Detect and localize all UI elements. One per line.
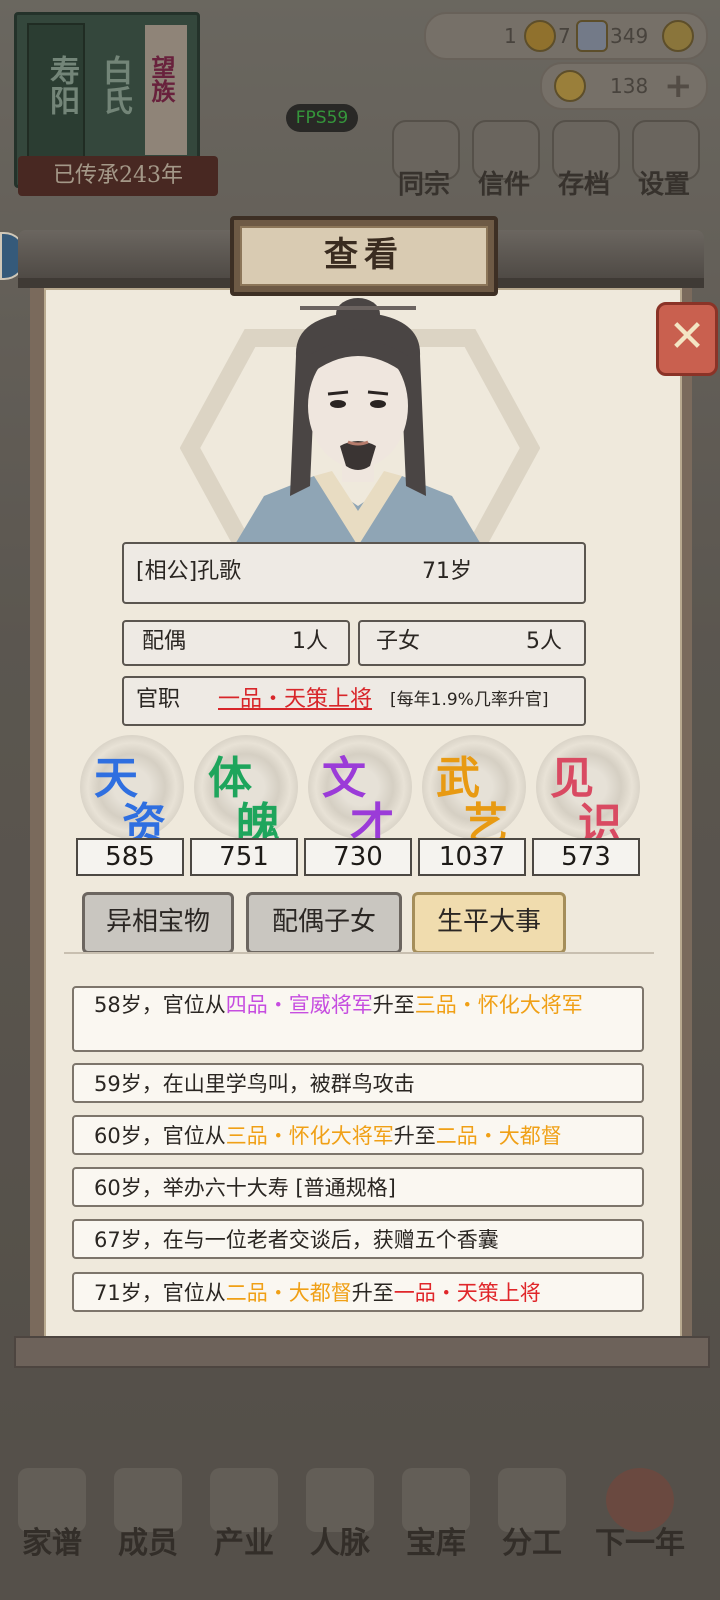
promotion-chance: [每年1.9%几率升官] [390,690,549,710]
dialog-title: 查看 [240,226,488,286]
event-text: 59岁，在山里学鸟叫，被群鸟攻击 [94,1072,415,1096]
event-from-rank: 三品・怀化大将军 [225,1124,394,1148]
office-label: 官职 [136,687,181,712]
event-text: 71岁，官位从 [94,1281,226,1305]
event-item: 60岁，举办六十大寿 [普通规格] [72,1167,644,1207]
stat-value-talent: 585 [76,838,184,876]
tab-life-events[interactable]: 生平大事 [412,892,566,954]
office-box: 官职 一品・天策上将 [每年1.9%几率升官] [122,676,586,726]
children-count: 5人 [526,629,562,654]
children-label: 子女 [376,629,421,654]
office-title-link[interactable]: 一品・天策上将 [218,678,372,722]
dialog-title-board: 查看 [230,216,498,296]
tab-treasures[interactable]: 异相宝物 [82,892,234,954]
stat-value-insight: 573 [532,838,640,876]
stat-value-physique: 751 [190,838,298,876]
divider [64,952,654,964]
spouse-count: 1人 [292,629,328,654]
event-text: 升至 [393,1124,436,1148]
event-item: 67岁，在与一位老者交谈后，获赠五个香囊 [72,1219,644,1259]
stat-value-martial: 1037 [418,838,526,876]
event-item: 60岁，官位从三品・怀化大将军升至二品・大都督 [72,1115,644,1155]
spouse-label: 配偶 [142,629,187,654]
event-item: 71岁，官位从二品・大都督升至一品・天策上将 [72,1272,644,1312]
event-text: 升至 [372,993,415,1017]
character-name: [相公]孔歌 [136,559,242,584]
spouse-box: 配偶 1人 [122,620,350,666]
event-from-rank: 四品・宣威将军 [225,993,373,1017]
event-text: 60岁，举办六十大寿 [普通规格] [94,1176,396,1200]
stat-value-literary: 730 [304,838,412,876]
tab-family[interactable]: 配偶子女 [246,892,402,954]
profile-box: [相公]孔歌 71岁 [122,542,586,604]
character-age: 71岁 [422,559,472,584]
event-to-rank: 二品・大都督 [435,1124,562,1148]
event-item: 59岁，在山里学鸟叫，被群鸟攻击 [72,1063,644,1103]
event-item: 58岁，官位从四品・宣威将军升至三品・怀化大将军 [72,986,644,1052]
event-to-rank: 三品・怀化大将军 [414,993,583,1017]
event-from-rank: 二品・大都督 [225,1281,352,1305]
dialog-base [14,1336,710,1368]
event-text: 58岁，官位从 [94,993,226,1017]
close-button[interactable]: ✕ [656,302,718,376]
children-box: 子女 5人 [358,620,586,666]
close-icon: ✕ [668,311,706,362]
event-text: 67岁，在与一位老者交谈后，获赠五个香囊 [94,1228,499,1252]
event-text: 60岁，官位从 [94,1124,226,1148]
event-to-rank: 一品・天策上将 [393,1281,541,1305]
character-portrait [234,298,482,546]
event-text: 升至 [351,1281,394,1305]
